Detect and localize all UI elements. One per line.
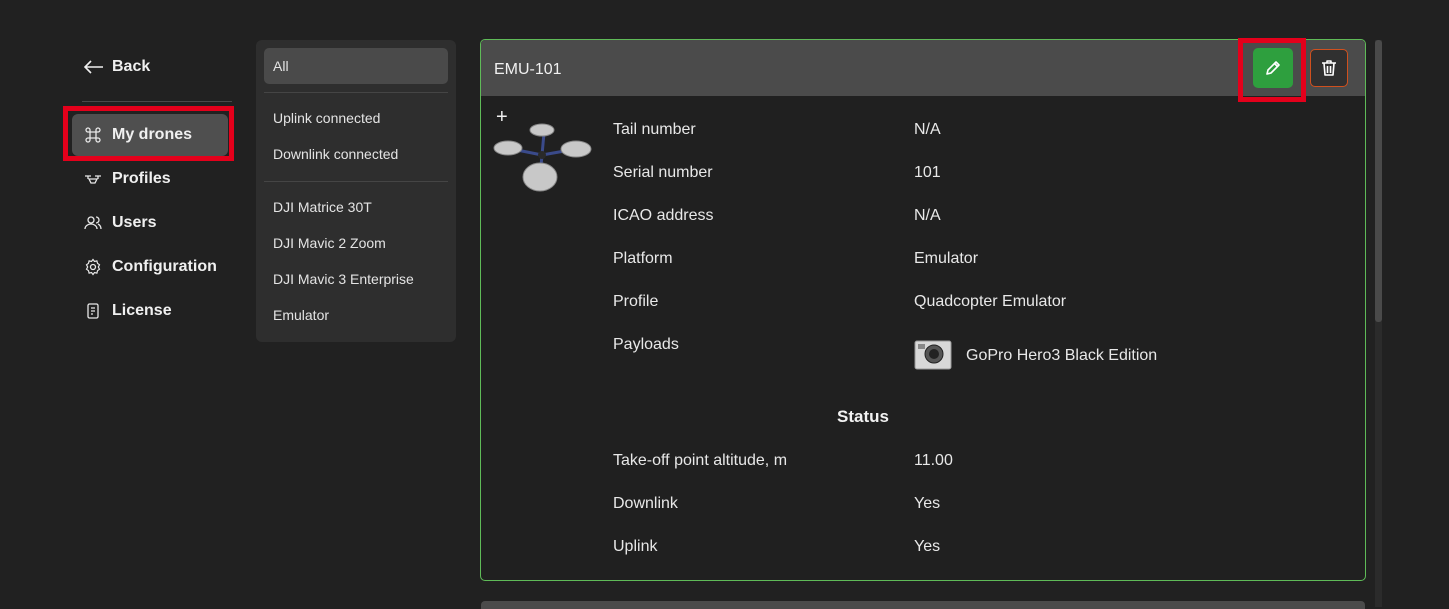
filter-divider [264,92,448,93]
next-drone-card[interactable] [481,601,1365,609]
field-label-profile: Profile [613,293,659,310]
trash-icon [1322,60,1336,76]
nav-item-label: Users [112,214,157,231]
filter-model-matrice-30t[interactable]: DJI Matrice 30T [264,189,448,225]
status-value-uplink: Yes [914,538,941,555]
status-value-downlink: Yes [914,495,941,512]
filter-model-mavic-3-enterprise[interactable]: DJI Mavic 3 Enterprise [264,261,448,297]
nav-item-my-drones[interactable]: My drones [72,114,228,156]
nav-item-label: Configuration [112,258,217,275]
field-value-serial-number: 101 [914,164,941,181]
field-label-serial-number: Serial number [613,164,713,181]
field-label-platform: Platform [613,250,673,267]
nav-item-configuration[interactable]: Configuration [72,246,228,288]
status-value-takeoff-altitude: 11.00 [914,452,953,469]
status-label-takeoff-altitude: Take-off point altitude, m [613,452,788,469]
users-icon [84,216,102,230]
gear-icon [85,258,101,276]
pencil-icon [1266,61,1280,75]
field-value-profile: Quadcopter Emulator [914,293,1067,310]
field-value-platform: Emulator [914,250,979,267]
filter-model-emulator[interactable]: Emulator [264,297,448,333]
nav-item-label: My drones [112,126,193,143]
nav-item-label: Profiles [112,170,171,187]
drone-name: EMU-101 [494,61,562,78]
back-link[interactable]: Back [84,58,150,76]
filter-uplink-connected[interactable]: Uplink connected [264,100,448,136]
field-value-tail-number: N/A [914,121,941,138]
nav-divider [82,101,232,102]
drone-card-header [481,40,1365,96]
drone-image [493,123,592,192]
filter-divider [264,181,448,182]
nav-item-label: License [112,302,172,319]
nav-item-profiles[interactable]: Profiles [72,158,228,200]
scrollbar-thumb[interactable] [1375,40,1382,322]
filter-downlink-connected[interactable]: Downlink connected [264,136,448,172]
gopro-camera-image [914,340,952,370]
nav-item-license[interactable]: License [72,290,228,332]
field-label-icao-address: ICAO address [613,207,714,224]
drone-profile-icon [85,175,101,184]
filter-all[interactable]: All [264,48,448,84]
field-value-icao-address: N/A [914,207,941,224]
status-heading: Status [837,407,889,426]
nav-item-users[interactable]: Users [72,202,228,244]
arrow-left-icon [84,60,103,74]
payload-name: GoPro Hero3 Black Edition [966,347,1158,364]
filter-model-mavic-2-zoom[interactable]: DJI Mavic 2 Zoom [264,225,448,261]
license-icon [87,303,99,319]
edit-button[interactable] [1253,48,1293,88]
field-label-payloads: Payloads [613,336,679,353]
delete-button[interactable] [1310,49,1348,87]
field-label-tail-number: Tail number [613,121,696,138]
back-label: Back [112,58,151,75]
command-icon [85,127,101,143]
status-label-uplink: Uplink [613,538,658,555]
status-label-downlink: Downlink [613,495,678,512]
